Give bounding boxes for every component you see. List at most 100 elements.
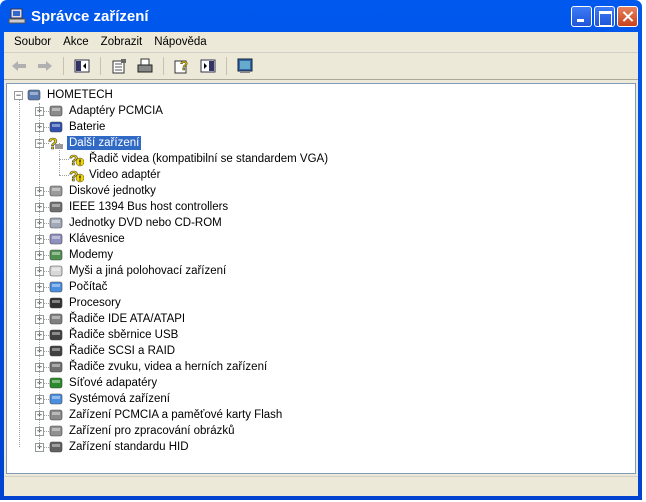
help-button[interactable]: ? [171,56,193,76]
menu-akce[interactable]: Akce [57,36,95,48]
forward-icon [38,61,52,71]
toolbar-separator [226,57,227,75]
menu-napoveda[interactable]: Nápověda [148,36,212,48]
tree-item-flash-card[interactable]: Zařízení PCMCIA a paměťové karty Flash [48,407,284,423]
back-button[interactable] [8,56,30,76]
client-area: Soubor Akce Zobrazit Nápověda ? − HOMETEC… [4,32,638,496]
tree-item-label: Zařízení pro zpracování obrázků [69,425,235,437]
tree-item-mouse[interactable]: Myši a jiná polohovací zařízení [48,263,228,279]
tree-subitem[interactable]: ? Řadič videa (kompatibilní se standardem… [68,151,330,167]
device-tree: − HOMETECH + Adaptéry PCMCIA + Baterie −? Další… [6,83,636,474]
unknown-device-icon: ? [48,136,63,151]
minimize-button[interactable] [571,5,592,27]
tree-item-label: Řadič videa (kompatibilní se standardem … [89,153,329,165]
ide-icon [49,313,63,325]
tree-root-hometech[interactable]: HOMETECH [26,87,115,103]
tree-item-label: Další zařízení [67,136,142,150]
hid-icon [49,441,63,453]
collapse-toggle[interactable]: − [14,91,23,100]
sound-icon [49,361,63,373]
print-icon [137,58,153,73]
tree-item-label: IEEE 1394 Bus host controllers [69,201,229,213]
tree-item-label: Procesory [69,297,121,309]
toolbar-separator [63,57,64,75]
show-hide-icon [200,59,216,73]
tree-item-cdrom[interactable]: Jednotky DVD nebo CD-ROM [48,215,224,231]
tree-item-label: Zařízení standardu HID [69,441,189,453]
tree-item-imaging[interactable]: Zařízení pro zpracování obrázků [48,423,237,439]
menu-zobrazit[interactable]: Zobrazit [95,36,149,48]
tree-item-usb[interactable]: Řadiče sběrnice USB [48,327,180,343]
toolbar-separator [163,57,164,75]
help-icon: ? [174,58,188,74]
tree-item-label: Diskové jednotky [69,185,156,197]
tree-item-pcmcia[interactable]: Adaptéry PCMCIA [48,103,165,119]
show-hide-button[interactable] [197,56,219,76]
maximize-button[interactable] [594,5,615,27]
tree-subitem[interactable]: ? Video adaptér [68,167,162,183]
properties-icon [112,59,126,74]
device-manager-window: Správce zařízení Soubor Akce Zobrazit Ná… [0,0,642,500]
tree-item-label: Baterie [69,121,106,133]
keyboard-icon [49,233,63,245]
tree-item-label: Systémová zařízení [69,393,170,405]
tree-item-label: Řadiče IDE ATA/ATAPI [69,313,186,325]
scsi-icon [49,345,63,357]
title-bar[interactable]: Správce zařízení [4,0,638,32]
tree-item-battery[interactable]: Baterie [48,119,107,135]
tree-item-label: Zařízení PCMCIA a paměťové karty Flash [69,409,283,421]
tree-root-label: HOMETECH [47,89,113,101]
tree-item-network[interactable]: Síťové adapatéry [48,375,159,391]
warning-device-icon: ? [69,168,84,183]
close-button[interactable] [617,5,638,27]
tree-item-label: Jednotky DVD nebo CD-ROM [69,217,222,229]
device-manager-icon [8,8,26,24]
tree-item-label: Počítač [69,281,108,293]
tree-item-keyboard[interactable]: Klávesnice [48,231,127,247]
usb-icon [49,329,63,341]
scan-hardware-button[interactable] [234,56,256,76]
tree-item-hid[interactable]: Zařízení standardu HID [48,439,191,455]
mouse-icon [49,265,63,277]
tree-item-disk[interactable]: Diskové jednotky [48,183,158,199]
tree-item-processor[interactable]: Procesory [48,295,123,311]
tree-item-computer[interactable]: Počítač [48,279,109,295]
tree-item-label: Myši a jiná polohovací zařízení [69,265,227,277]
processor-icon [49,297,63,309]
tree-item-system[interactable]: Systémová zařízení [48,391,172,407]
battery-icon [49,121,63,133]
tree-item-scsi[interactable]: Řadiče SCSI a RAID [48,343,177,359]
forward-button[interactable] [34,56,56,76]
tree-connector [59,143,60,175]
tree-item-label: Síťové adapatéry [69,377,158,389]
ieee1394-icon [49,201,63,213]
warning-device-icon: ? [69,152,84,167]
tree-item-sound[interactable]: Řadiče zvuku, videa a herních zařízení [48,359,269,375]
imaging-icon [49,425,63,437]
tree-item-unknown-device[interactable]: ? Další zařízení [48,135,142,151]
tree-connector [39,103,40,447]
toolbar-separator [100,57,101,75]
properties-button[interactable] [108,56,130,76]
back-icon [12,61,26,71]
tree-item-label: Řadiče sběrnice USB [69,329,179,341]
menu-soubor[interactable]: Soubor [8,36,57,48]
svg-text:?: ? [48,136,58,151]
tree-item-label: Video adaptér [89,169,161,181]
tree-item-label: Modemy [69,249,114,261]
tree-item-label: Řadiče SCSI a RAID [69,345,176,357]
console-tree-button[interactable] [71,56,93,76]
status-bar [4,476,638,496]
tree-item-modem[interactable]: Modemy [48,247,115,263]
tree-item-ieee1394[interactable]: IEEE 1394 Bus host controllers [48,199,230,215]
tree-item-ide[interactable]: Řadiče IDE ATA/ATAPI [48,311,187,327]
modem-icon [49,249,63,261]
cdrom-icon [49,217,63,229]
print-button[interactable] [134,56,156,76]
toolbar: ? [4,53,638,80]
window-title: Správce zařízení [31,7,149,25]
tree-item-label: Řadiče zvuku, videa a herních zařízení [69,361,268,373]
svg-text:?: ? [180,58,188,73]
disk-icon [49,185,63,197]
tree-connector [19,100,20,447]
